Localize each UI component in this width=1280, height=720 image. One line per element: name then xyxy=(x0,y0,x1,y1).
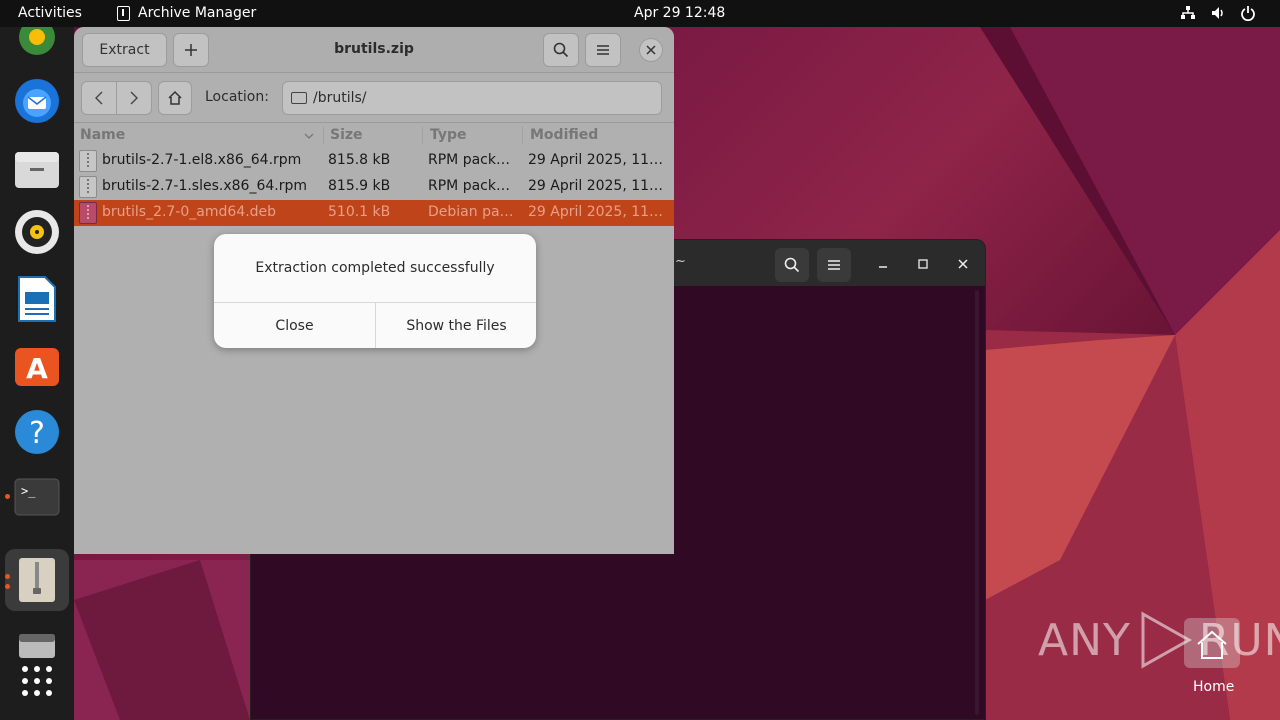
file-row[interactable]: brutils-2.7-1.sles.x86_64.rpm 815.9 kB R… xyxy=(74,174,674,200)
column-modified[interactable]: Modified xyxy=(530,127,598,143)
app-menu[interactable]: Archive Manager xyxy=(117,5,256,21)
play-logo-icon xyxy=(1141,611,1192,669)
file-row-selected[interactable]: brutils_2.7-0_amd64.deb 510.1 kB Debian … xyxy=(74,200,674,226)
minimize-icon xyxy=(879,266,887,268)
help-icon[interactable]: ? xyxy=(13,408,61,456)
close-dialog-button[interactable]: Close xyxy=(214,303,375,348)
show-apps-icon[interactable] xyxy=(13,657,61,705)
top-bar: Activities Archive Manager Apr 29 12:48 xyxy=(0,0,1280,27)
file-type: RPM pack… xyxy=(428,152,510,168)
volume-icon xyxy=(1212,7,1223,19)
home-icon xyxy=(168,90,182,105)
home-button[interactable] xyxy=(158,81,192,115)
running-indicator xyxy=(5,494,10,499)
svg-text:?: ? xyxy=(29,416,45,451)
close-button[interactable] xyxy=(951,252,975,276)
column-size[interactable]: Size xyxy=(330,127,363,143)
terminal-menu-button[interactable] xyxy=(817,248,851,282)
window-close-button[interactable] xyxy=(639,38,663,62)
anyrun-watermark: ANY RUN xyxy=(1038,610,1280,670)
thunderbird-icon[interactable] xyxy=(13,77,61,125)
file-modified: 29 April 2025, 11… xyxy=(528,204,664,220)
watermark-text-right: RUN xyxy=(1198,614,1280,666)
search-icon xyxy=(784,257,800,273)
sort-down-icon xyxy=(304,133,314,139)
running-indicator xyxy=(5,584,10,589)
file-modified: 29 April 2025, 11… xyxy=(528,152,664,168)
file-type: RPM pack… xyxy=(428,178,510,194)
file-name: brutils_2.7-0_amd64.deb xyxy=(102,204,277,220)
archive-manager-dock-icon[interactable] xyxy=(13,556,61,604)
hamburger-icon xyxy=(828,260,840,270)
terminal-icon[interactable]: >_ xyxy=(13,473,61,521)
file-name: brutils-2.7-1.sles.x86_64.rpm xyxy=(102,178,307,194)
file-row[interactable]: brutils-2.7-1.el8.x86_64.rpm 815.8 kB RP… xyxy=(74,148,674,174)
files-icon[interactable] xyxy=(13,145,61,193)
file-type: Debian pa… xyxy=(428,204,514,220)
power-icon xyxy=(1241,6,1255,21)
rhythmbox-icon[interactable] xyxy=(13,208,61,256)
rpm-file-icon xyxy=(79,150,97,172)
chevron-right-icon xyxy=(130,91,138,105)
terminal-search-button[interactable] xyxy=(775,248,809,282)
watermark-text-left: ANY xyxy=(1038,614,1131,666)
column-name[interactable]: Name xyxy=(80,127,125,143)
file-size: 815.9 kB xyxy=(328,178,391,194)
extraction-dialog: Extraction completed successfully Close … xyxy=(214,234,536,348)
activities-button[interactable]: Activities xyxy=(18,5,82,21)
svg-text:>_: >_ xyxy=(21,484,36,498)
app-name: Archive Manager xyxy=(138,5,257,21)
forward-button[interactable] xyxy=(116,81,152,115)
home-folder-label[interactable]: Home xyxy=(1193,679,1234,695)
column-headers: Name Size Type Modified xyxy=(74,123,674,148)
dock: A ? >_ xyxy=(0,23,74,720)
column-type[interactable]: Type xyxy=(430,127,467,143)
deb-file-icon xyxy=(79,202,97,224)
location-label: Location: xyxy=(205,89,269,105)
clock[interactable]: Apr 29 12:48 xyxy=(634,5,725,21)
archive-headerbar: Extract brutils.zip xyxy=(74,27,674,73)
terminal-scrollbar[interactable] xyxy=(975,290,979,715)
show-files-button[interactable]: Show the Files xyxy=(376,303,536,348)
archive-manager-icon xyxy=(117,5,130,21)
menu-button[interactable] xyxy=(585,33,621,67)
location-field[interactable]: /brutils/ xyxy=(282,81,662,115)
file-modified: 29 April 2025, 11… xyxy=(528,178,664,194)
location-value: /brutils/ xyxy=(313,90,367,106)
terminal-title: ~ xyxy=(675,254,686,269)
archive-title: brutils.zip xyxy=(334,41,414,57)
minimize-button[interactable] xyxy=(871,252,895,276)
file-name: brutils-2.7-1.el8.x86_64.rpm xyxy=(102,152,302,168)
folder-icon xyxy=(291,92,307,104)
close-icon xyxy=(958,259,968,269)
maximize-button[interactable] xyxy=(911,252,935,276)
running-indicator xyxy=(5,574,10,579)
maximize-icon xyxy=(918,259,928,269)
file-size: 510.1 kB xyxy=(328,204,391,220)
libreoffice-writer-icon[interactable] xyxy=(13,275,61,323)
hamburger-icon xyxy=(597,45,609,55)
close-icon xyxy=(646,45,656,55)
system-tray[interactable] xyxy=(1180,5,1256,21)
file-size: 815.8 kB xyxy=(328,152,391,168)
search-button[interactable] xyxy=(543,33,579,67)
dialog-message: Extraction completed successfully xyxy=(255,260,495,276)
rpm-file-icon xyxy=(79,176,97,198)
back-button[interactable] xyxy=(81,81,117,115)
search-icon xyxy=(553,42,569,58)
app-center-icon[interactable]: A xyxy=(13,341,61,389)
svg-text:A: A xyxy=(26,352,48,385)
chevron-left-icon xyxy=(95,91,103,105)
network-icon xyxy=(1181,6,1195,19)
